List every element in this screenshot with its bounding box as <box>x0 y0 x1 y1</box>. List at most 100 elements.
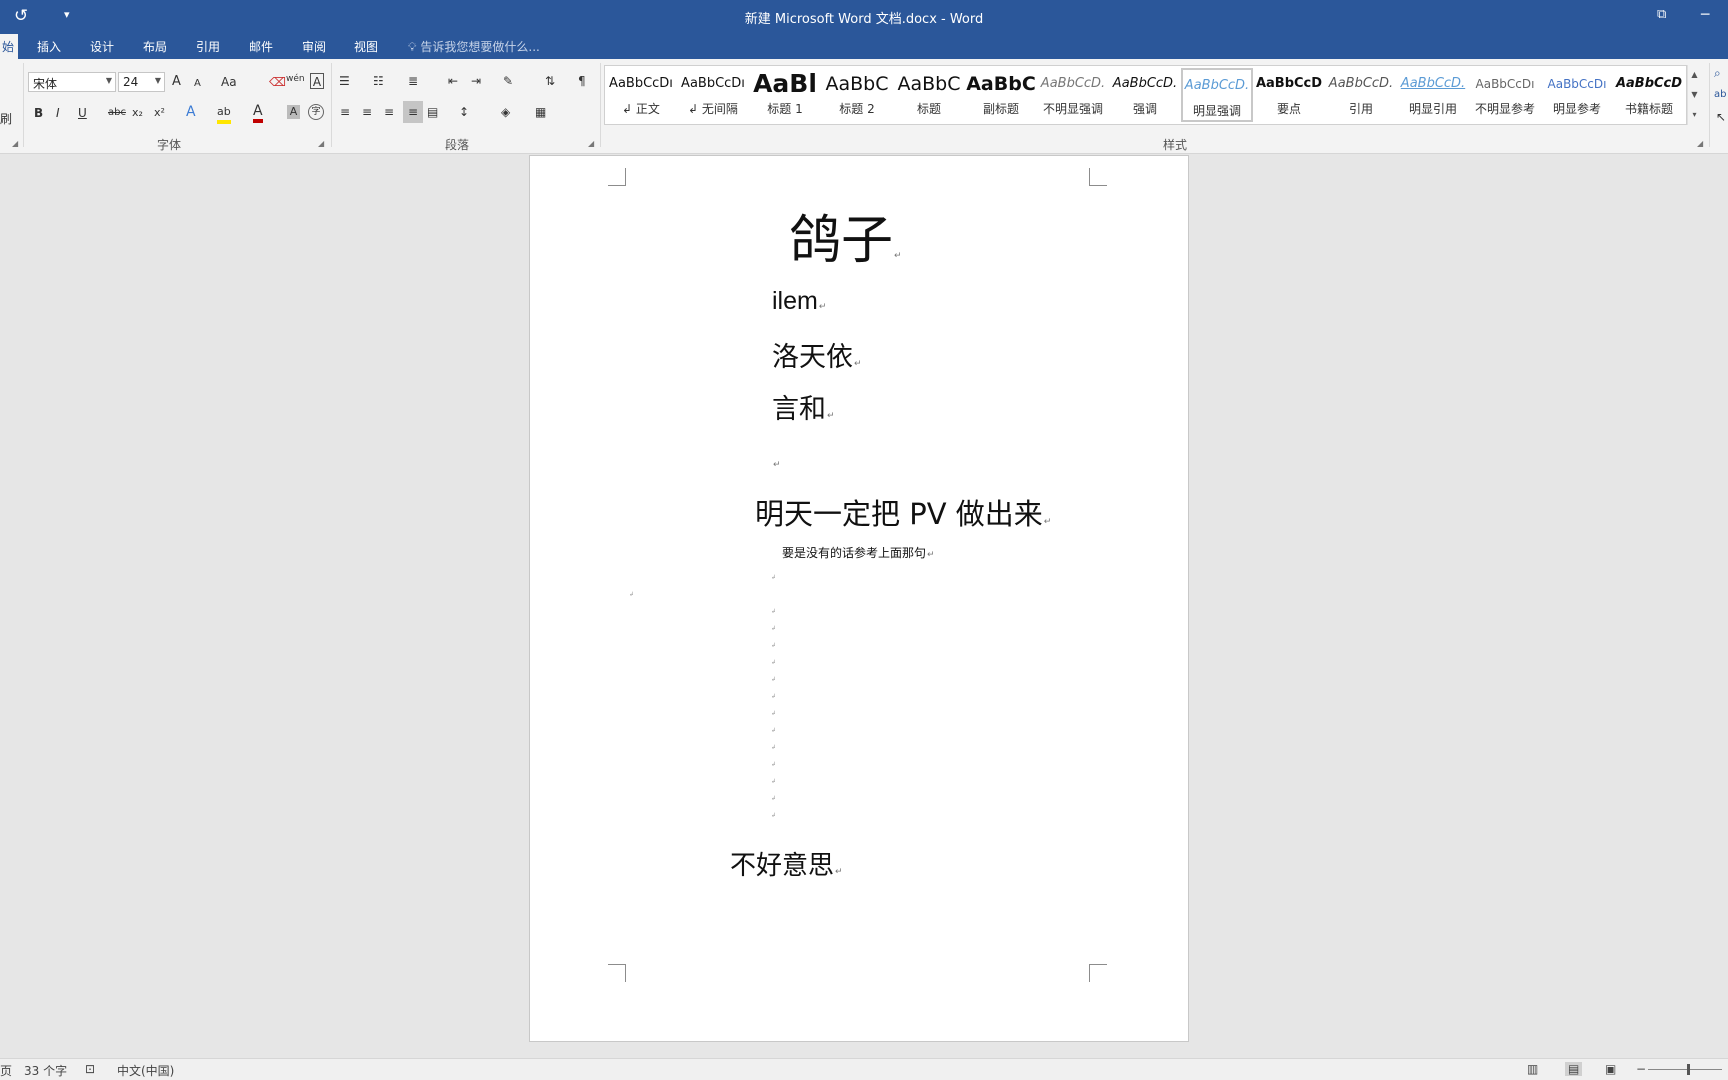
style-subtle-reference[interactable]: AaBbCcDı 不明显参考 <box>1469 68 1541 122</box>
web-layout-icon[interactable]: ▣ <box>1605 1062 1616 1076</box>
style-title[interactable]: AaBbC 标题 <box>893 68 965 122</box>
replace-icon[interactable]: ab <box>1714 87 1726 103</box>
empty-line-mark: ↲ <box>629 591 635 598</box>
show-paragraph-marks-icon[interactable]: ¶ <box>578 73 586 89</box>
grow-font-button[interactable]: A <box>172 74 181 90</box>
style-subtle-emphasis[interactable]: AaBbCcD. 不明显强调 <box>1037 68 1109 122</box>
enclose-characters-button[interactable]: 字 <box>308 104 324 120</box>
sort-icon[interactable]: ⇅ <box>545 73 555 89</box>
bold-button[interactable]: B <box>34 105 43 121</box>
proofing-icon[interactable]: ⊡ <box>85 1062 95 1076</box>
style-book-title[interactable]: AaBbCcD 书籍标题 <box>1613 68 1685 122</box>
style-quote[interactable]: AaBbCcD. 引用 <box>1325 68 1397 122</box>
character-shading-button[interactable]: A <box>287 105 300 119</box>
style-name: 书籍标题 <box>1624 102 1673 116</box>
font-name-combobox[interactable]: 宋体 ▼ <box>28 72 116 92</box>
character-border-button[interactable]: A <box>310 73 324 89</box>
style-intense-emphasis[interactable]: AaBbCcD. 明显强调 <box>1181 68 1253 122</box>
select-icon[interactable]: ↖ <box>1716 109 1726 125</box>
shrink-font-button[interactable]: A <box>194 76 201 92</box>
closing-paragraph: 不好意思↵ <box>730 851 843 881</box>
style-intense-quote[interactable]: AaBbCcD. 明显引用 <box>1397 68 1469 122</box>
bullets-icon[interactable]: ☰ <box>339 73 350 89</box>
window-title: 新建 Microsoft Word 文档.docx - Word <box>744 12 984 27</box>
paragraph-luotianyi: 洛天依↵ <box>772 342 862 373</box>
tab-layout[interactable]: 布局 <box>143 38 167 55</box>
tab-mailings[interactable]: 邮件 <box>249 38 273 55</box>
superscript-button[interactable]: x² <box>154 105 165 121</box>
tell-me-search[interactable]: 💡︎ 告诉我您想要做什么... <box>408 38 540 55</box>
gallery-scroll-up-icon[interactable]: ▲ <box>1687 65 1701 85</box>
tab-references[interactable]: 引用 <box>196 38 220 55</box>
justify-icon[interactable]: ≡ <box>403 101 423 123</box>
zoom-slider-track[interactable] <box>1648 1069 1722 1070</box>
format-painter-button[interactable]: 刷 <box>0 111 12 127</box>
chevron-down-icon: ▼ <box>105 76 112 85</box>
decrease-indent-icon[interactable]: ⇤ <box>448 73 458 89</box>
style-emphasis[interactable]: AaBbCcD. 强调 <box>1109 68 1181 122</box>
word-count[interactable]: 33 个字 <box>24 1062 67 1079</box>
style-no-spacing[interactable]: AaBbCcDı ↲ 无间隔 <box>677 68 749 122</box>
empty-paragraph: ↵ <box>773 460 781 470</box>
ribbon: 刷 ◢ 宋体 ▼ 24 ▼ A A Aa ⌫ wén A B I U abc x₂ … <box>0 59 1728 154</box>
underline-button[interactable]: U <box>78 105 87 121</box>
tab-view[interactable]: 视图 <box>354 38 378 55</box>
shading-icon[interactable]: ◈ <box>501 104 510 120</box>
group-separator <box>600 63 601 147</box>
style-heading-2[interactable]: AaBbC 标题 2 <box>821 68 893 122</box>
tab-design[interactable]: 设计 <box>90 38 114 55</box>
lightbulb-icon: 💡︎ <box>408 40 417 54</box>
style-intense-reference[interactable]: AaBbCcDı 明显参考 <box>1541 68 1613 122</box>
crop-mark <box>608 168 626 186</box>
ribbon-display-options-icon[interactable]: ⧉ <box>1657 7 1666 22</box>
chinese-layout-icon[interactable]: ✎ <box>503 73 513 89</box>
language-indicator[interactable]: 中文(中国) <box>117 1062 174 1079</box>
align-center-icon[interactable]: ≡ <box>362 104 372 120</box>
document-page[interactable]: 鸽子↵ ilem↵ 洛天依↵ 言和↵ ↵ 明天一定把 PV 做出来↵ 要是没有的… <box>529 155 1189 1042</box>
align-left-icon[interactable]: ≡ <box>340 104 350 120</box>
style-heading-1[interactable]: AaBl 标题 1 <box>749 68 821 122</box>
numbering-icon[interactable]: ☷ <box>373 73 384 89</box>
read-mode-icon[interactable]: ▥ <box>1527 1062 1538 1076</box>
strikethrough-button[interactable]: abc <box>108 105 126 121</box>
multilevel-list-icon[interactable]: ≣ <box>408 73 418 89</box>
tab-review[interactable]: 审阅 <box>302 38 326 55</box>
line-spacing-icon[interactable]: ↕ <box>459 104 469 120</box>
text-effects-button[interactable]: A <box>186 104 196 120</box>
change-case-button[interactable]: Aa <box>221 74 237 90</box>
zoom-slider-thumb[interactable] <box>1687 1064 1690 1075</box>
increase-indent-icon[interactable]: ⇥ <box>471 73 481 89</box>
zoom-out-button[interactable]: − <box>1636 1062 1646 1076</box>
empty-line-mark: ↲ <box>771 727 777 734</box>
empty-line-mark: ↲ <box>771 710 777 717</box>
gallery-more-icon[interactable]: ▾ <box>1687 105 1701 125</box>
distributed-icon[interactable]: ▤ <box>427 104 438 120</box>
subscript-button[interactable]: x₂ <box>132 105 143 121</box>
page-indicator[interactable]: 页 <box>0 1062 12 1079</box>
style-strong[interactable]: AaBbCcD 要点 <box>1253 68 1325 122</box>
font-size-combobox[interactable]: 24 ▼ <box>118 72 165 92</box>
tab-home[interactable]: 始 <box>0 34 19 59</box>
clear-formatting-icon[interactable]: ⌫ <box>269 74 286 90</box>
align-right-icon[interactable]: ≡ <box>384 104 394 120</box>
tab-insert[interactable]: 插入 <box>37 38 61 55</box>
paragraph-dialog-launcher-icon[interactable]: ◢ <box>588 139 594 148</box>
italic-button[interactable]: I <box>56 105 60 121</box>
style-name: 引用 <box>1348 102 1373 116</box>
find-icon[interactable]: ⌕ <box>1714 65 1721 81</box>
clipboard-dialog-launcher-icon[interactable]: ◢ <box>12 139 18 148</box>
font-dialog-launcher-icon[interactable]: ◢ <box>318 139 324 148</box>
phonetic-guide-button[interactable]: wén <box>286 71 305 87</box>
style-subtitle[interactable]: AaBbC 副标题 <box>965 68 1037 122</box>
highlight-color-button[interactable]: ab <box>217 104 231 124</box>
styles-dialog-launcher-icon[interactable]: ◢ <box>1697 139 1703 148</box>
gallery-scroll-down-icon[interactable]: ▼ <box>1687 85 1701 105</box>
style-preview: AaBbCcDı <box>1475 77 1535 91</box>
font-color-button[interactable]: A <box>253 103 263 123</box>
minimize-button[interactable]: ─ <box>1701 7 1709 23</box>
borders-icon[interactable]: ▦ <box>535 104 546 120</box>
style-normal[interactable]: AaBbCcDı ↲ 正文 <box>605 68 677 122</box>
crop-mark <box>1089 964 1107 982</box>
print-layout-icon[interactable]: ▤ <box>1565 1062 1583 1076</box>
empty-line-mark: ↲ <box>771 642 777 649</box>
